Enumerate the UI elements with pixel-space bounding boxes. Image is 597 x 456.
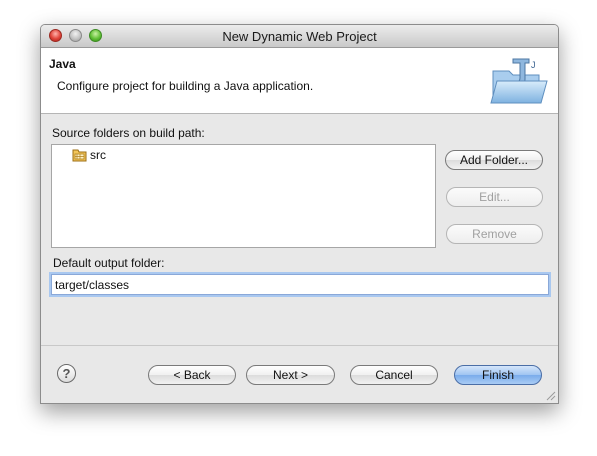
wizard-banner: Java Configure project for building a Ja…: [41, 48, 558, 114]
java-folder-icon: J: [490, 58, 548, 104]
next-button[interactable]: Next >: [246, 365, 335, 385]
add-folder-button[interactable]: Add Folder...: [445, 150, 543, 170]
list-item[interactable]: src: [72, 147, 106, 163]
cancel-button[interactable]: Cancel: [350, 365, 438, 385]
title-bar[interactable]: New Dynamic Web Project: [41, 25, 558, 48]
back-button[interactable]: < Back: [148, 365, 236, 385]
remove-button[interactable]: Remove: [446, 224, 543, 244]
finish-button[interactable]: Finish: [454, 365, 542, 385]
source-folders-label: Source folders on build path:: [52, 126, 205, 140]
page-title: Java: [49, 57, 76, 71]
window-title: New Dynamic Web Project: [222, 29, 377, 44]
output-folder-field[interactable]: [51, 274, 549, 295]
page-description: Configure project for building a Java ap…: [57, 79, 314, 93]
output-folder-label: Default output folder:: [53, 256, 165, 270]
source-folder-label: src: [90, 148, 106, 162]
footer-separator: [41, 345, 558, 346]
resize-grip-icon[interactable]: [545, 390, 556, 401]
dialog-window: New Dynamic Web Project Java Configure p…: [40, 24, 559, 404]
svg-text:J: J: [531, 60, 536, 70]
source-folders-list[interactable]: src: [51, 144, 436, 248]
edit-button[interactable]: Edit...: [446, 187, 543, 207]
help-icon[interactable]: ?: [57, 364, 76, 383]
source-folder-icon: [72, 149, 87, 162]
